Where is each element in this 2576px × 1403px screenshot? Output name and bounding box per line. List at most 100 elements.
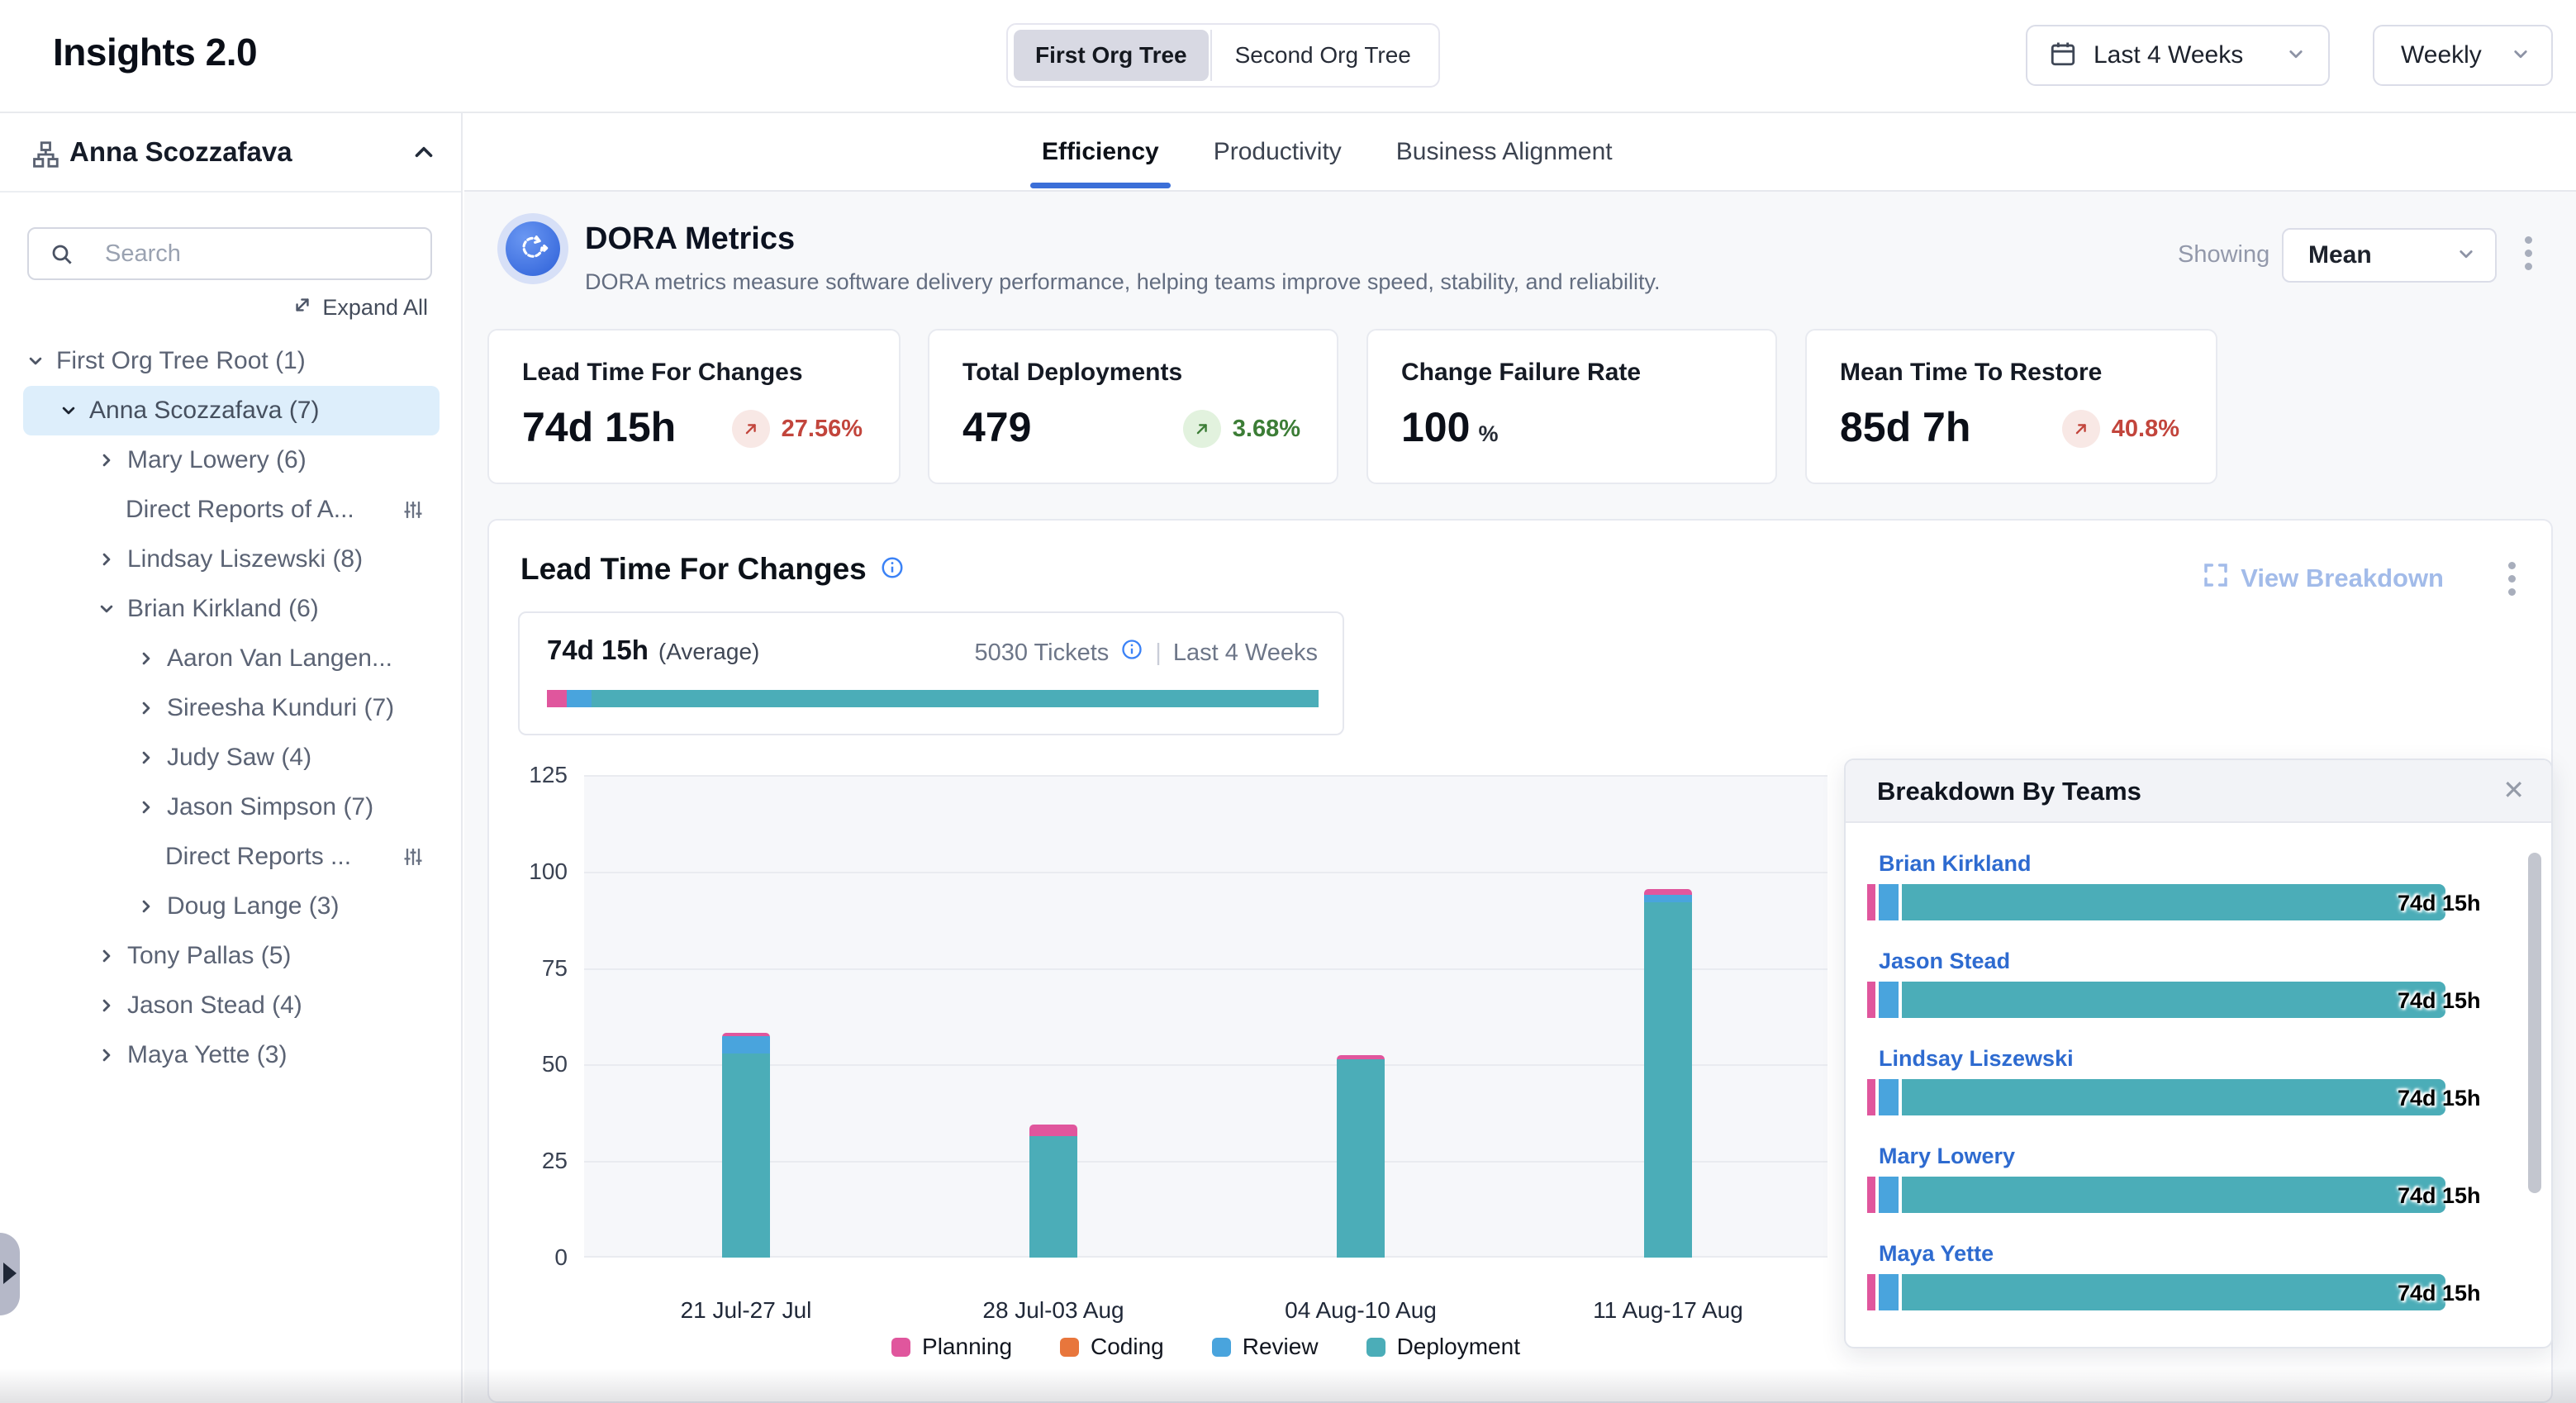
team-value: 74d 15h — [2398, 1281, 2481, 1306]
chevron-right-icon[interactable] — [94, 547, 119, 572]
metric-card: Total Deployments4793.68% — [928, 329, 1338, 484]
team-name-link[interactable]: Brian Kirkland — [1879, 851, 2032, 877]
stacked-bar — [1029, 1125, 1077, 1258]
tree-item[interactable]: Brian Kirkland (6) — [23, 584, 440, 634]
stacked-bar — [1337, 1055, 1385, 1258]
summary-period: Last 4 Weeks — [1173, 640, 1318, 667]
tree-item[interactable]: Sireesha Kunduri (7) — [23, 683, 440, 733]
legend-label: Deployment — [1397, 1334, 1520, 1360]
team-name-link[interactable]: Jason Stead — [1879, 949, 2010, 974]
tree-item[interactable]: Doug Lange (3) — [23, 882, 440, 931]
chart-gridline — [584, 775, 1827, 777]
team-name-link[interactable]: Mary Lowery — [1879, 1144, 2015, 1169]
chevron-right-icon[interactable] — [134, 894, 159, 919]
tree-item[interactable]: Lindsay Liszewski (8) — [23, 535, 440, 584]
insights-page: Insights 2.0 First Org TreeSecond Org Tr… — [0, 0, 2576, 1403]
metric-card-title: Mean Time To Restore — [1840, 359, 2102, 387]
chevron-right-icon[interactable] — [134, 795, 159, 820]
chevron-right-icon[interactable] — [94, 448, 119, 473]
lead-time-title: Lead Time For Changes — [520, 552, 867, 587]
team-bar-review — [1879, 1079, 1899, 1115]
team-phase-bar — [1867, 1274, 2445, 1310]
tree-item[interactable]: Jason Stead (4) — [23, 981, 440, 1030]
dora-menu-button[interactable] — [2512, 228, 2545, 278]
sidebar-collapse-button[interactable] — [410, 138, 438, 166]
calendar-icon — [2049, 40, 2077, 72]
tab-business-alignment[interactable]: Business Alignment — [1396, 113, 1613, 190]
tree-item[interactable]: Tony Pallas (5) — [23, 931, 440, 981]
chevron-right-icon[interactable] — [134, 646, 159, 671]
date-range-select[interactable]: Last 4 Weeks — [2026, 25, 2330, 86]
average-phase-bar — [547, 690, 1319, 707]
tree-item[interactable]: Maya Yette (3) — [23, 1030, 440, 1080]
team-bar-deployment — [1902, 1079, 2445, 1115]
chevron-down-icon[interactable] — [56, 398, 81, 423]
info-icon[interactable] — [880, 555, 905, 584]
chevron-right-icon[interactable] — [94, 1043, 119, 1068]
bar-segment-deployment — [722, 1053, 770, 1258]
org-tree-toggle: First Org TreeSecond Org Tree — [1006, 23, 1440, 88]
chevron-down-icon[interactable] — [94, 597, 119, 621]
y-axis-tick-label: 50 — [513, 1051, 568, 1077]
metric-card: Change Failure Rate100% — [1366, 329, 1777, 484]
tree-item[interactable]: Jason Simpson (7) — [23, 782, 440, 832]
chevron-right-icon[interactable] — [134, 696, 159, 721]
metric-card-title: Change Failure Rate — [1401, 359, 1641, 387]
y-axis-tick-label: 75 — [513, 955, 568, 982]
arrow-up-right-icon — [1183, 410, 1221, 448]
expand-all-button[interactable]: Expand All — [291, 293, 428, 322]
metric-card-unit: % — [1478, 421, 1498, 446]
average-value: 74d 15h — [547, 635, 649, 666]
tree-item[interactable]: Judy Saw (4) — [23, 733, 440, 782]
tree-item[interactable]: First Org Tree Root (1) — [23, 336, 440, 386]
chevron-right-icon[interactable] — [94, 993, 119, 1018]
team-bar-planning — [1867, 982, 1875, 1018]
tree-item[interactable]: Mary Lowery (6) — [23, 435, 440, 485]
dora-metrics-icon — [506, 221, 560, 276]
team-name-link[interactable]: Maya Yette — [1879, 1241, 1994, 1267]
panel-collapse-handle[interactable] — [0, 1233, 20, 1315]
filter-sliders-icon[interactable] — [402, 498, 425, 528]
granularity-select[interactable]: Weekly — [2373, 25, 2553, 86]
breakdown-panel: Breakdown By Teams ✕ Brian Kirkland74d 1… — [1844, 759, 2553, 1348]
metric-card-value: 74d 15h — [522, 403, 676, 451]
search-input[interactable] — [103, 234, 421, 273]
metric-card-value: 85d 7h — [1840, 403, 1970, 451]
team-name-link[interactable]: Lindsay Liszewski — [1879, 1046, 2074, 1072]
bar-segment-planning — [1644, 889, 1692, 895]
bar-segment-review — [1644, 895, 1692, 902]
legend-item: Planning — [891, 1334, 1012, 1360]
summary-bar-segment-review — [567, 690, 592, 707]
chart-legend: PlanningCodingReviewDeployment — [584, 1334, 1827, 1360]
org-tree-option[interactable]: First Org Tree — [1014, 30, 1209, 81]
info-icon[interactable] — [1120, 638, 1143, 668]
tab-productivity[interactable]: Productivity — [1214, 113, 1342, 190]
chevron-right-icon[interactable] — [94, 944, 119, 968]
bar-segment-planning — [1029, 1125, 1077, 1136]
bar-segment-deployment — [1337, 1059, 1385, 1258]
team-value: 74d 15h — [2398, 891, 2481, 916]
chevron-down-icon[interactable] — [23, 349, 48, 373]
tree-item[interactable]: Anna Scozzafava (7) — [23, 386, 440, 435]
showing-label: Showing — [2178, 241, 2269, 269]
aggregation-select[interactable]: Mean — [2282, 228, 2497, 283]
org-tree-option[interactable]: Second Org Tree — [1214, 30, 1433, 81]
lead-time-menu-button[interactable] — [2495, 554, 2528, 603]
tree-item[interactable]: Aaron Van Langen... — [23, 634, 440, 683]
tab-efficiency[interactable]: Efficiency — [1042, 113, 1159, 190]
filter-sliders-icon[interactable] — [402, 845, 425, 875]
legend-swatch — [1212, 1338, 1231, 1357]
summary-bar-segment-planning — [547, 690, 567, 707]
breakdown-scrollbar-thumb[interactable] — [2528, 853, 2541, 1193]
tree-item[interactable]: Direct Reports ... — [23, 832, 440, 882]
tree-item-label: Direct Reports ... — [165, 843, 351, 871]
team-bar-planning — [1867, 1274, 1875, 1310]
chevron-right-icon[interactable] — [134, 745, 159, 770]
chart-gridline — [584, 1256, 1827, 1258]
view-breakdown-button[interactable]: View Breakdown — [2203, 562, 2444, 595]
tree-item[interactable]: Direct Reports of A... — [23, 485, 440, 535]
arrow-up-right-icon — [732, 410, 770, 448]
close-icon[interactable]: ✕ — [2498, 773, 2530, 806]
expand-all-label: Expand All — [322, 295, 428, 321]
legend-label: Planning — [922, 1334, 1012, 1360]
